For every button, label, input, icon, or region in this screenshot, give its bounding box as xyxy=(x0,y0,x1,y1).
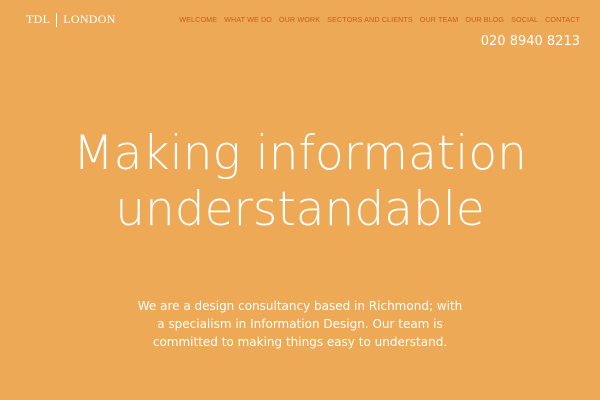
hero-headline-line: understandable xyxy=(115,182,485,237)
logo-text-london: LONDON xyxy=(63,12,116,26)
nav-item-contact[interactable]: CONTACT xyxy=(545,15,580,24)
nav-item-social[interactable]: SOCIAL xyxy=(511,15,538,24)
hero-intro-line: committed to making things easy to under… xyxy=(152,335,448,349)
nav-item-our-team[interactable]: OUR TEAM xyxy=(420,15,459,24)
nav-item-our-blog[interactable]: OUR BLOG xyxy=(465,15,504,24)
logo-text-tdl: TDL xyxy=(26,12,51,26)
logo-divider xyxy=(56,12,58,27)
phone-number[interactable]: 020 8940 8213 xyxy=(481,34,580,49)
hero-headline: Making information understandable xyxy=(0,126,600,238)
hero-intro: We are a design consultancy based in Ric… xyxy=(0,297,600,351)
hero-intro-line: We are a design consultancy based in Ric… xyxy=(137,299,463,313)
logo[interactable]: TDL LONDON xyxy=(26,12,116,27)
hero-headline-line: Making information xyxy=(73,126,527,181)
nav-item-welcome[interactable]: WELCOME xyxy=(179,15,217,24)
nav-item-what-we-do[interactable]: WHAT WE DO xyxy=(224,15,272,24)
nav-item-our-work[interactable]: OUR WORK xyxy=(279,15,320,24)
nav-item-sectors-and-clients[interactable]: SECTORS AND CLIENTS xyxy=(327,15,413,24)
main-nav: WELCOME WHAT WE DO OUR WORK SECTORS AND … xyxy=(179,15,580,24)
hero-intro-line: a specialism in Information Design. Our … xyxy=(157,317,443,331)
